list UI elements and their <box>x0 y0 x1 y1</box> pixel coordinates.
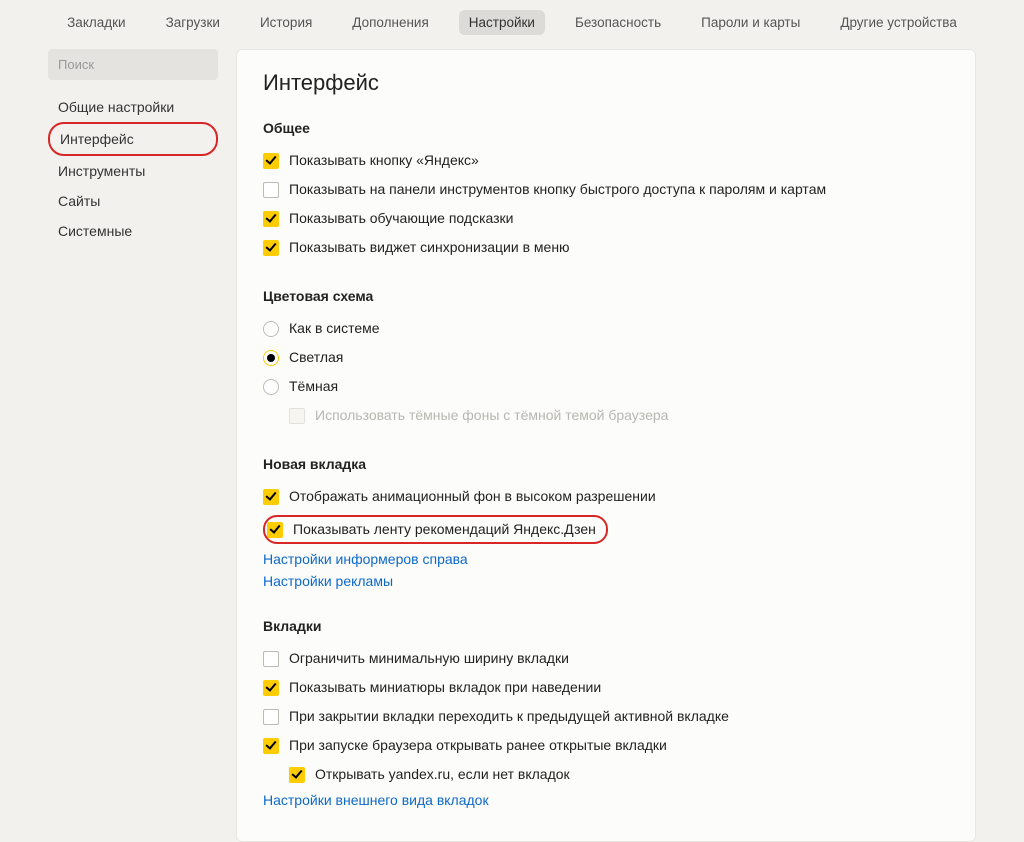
checkbox-min-width[interactable] <box>263 651 279 667</box>
sidebar: Поиск Общие настройки Интерфейс Инструме… <box>48 49 218 246</box>
section-general-title: Общее <box>263 120 949 136</box>
radio-dark[interactable] <box>263 379 279 395</box>
radio-light[interactable] <box>263 350 279 366</box>
content-panel: Интерфейс Общее Показывать кнопку «Яндек… <box>236 49 976 842</box>
section-color-title: Цветовая схема <box>263 288 949 304</box>
sidebar-item-sites[interactable]: Сайты <box>48 186 218 216</box>
tab-addons[interactable]: Дополнения <box>342 10 438 35</box>
label-hints: Показывать обучающие подсказки <box>289 208 514 229</box>
link-informers[interactable]: Настройки информеров справа <box>263 548 949 570</box>
label-min-width: Ограничить минимальную ширину вкладки <box>289 648 569 669</box>
label-sync-widget: Показывать виджет синхронизации в меню <box>289 237 570 258</box>
checkbox-open-yandex[interactable] <box>289 767 305 783</box>
label-open-yandex: Открывать yandex.ru, если нет вкладок <box>315 764 570 785</box>
sidebar-item-interface[interactable]: Интерфейс <box>48 122 218 156</box>
section-tabs-title: Вкладки <box>263 618 949 634</box>
label-passwords-quick: Показывать на панели инструментов кнопку… <box>289 179 826 200</box>
label-prev-active: При закрытии вкладки переходить к предыд… <box>289 706 729 727</box>
tab-devices[interactable]: Другие устройства <box>830 10 967 35</box>
tab-bookmarks[interactable]: Закладки <box>57 10 135 35</box>
radio-system[interactable] <box>263 321 279 337</box>
label-zen-feed: Показывать ленту рекомендаций Яндекс.Дзе… <box>293 519 596 540</box>
checkbox-restore[interactable] <box>263 738 279 754</box>
checkbox-zen-feed[interactable] <box>267 522 283 538</box>
link-tab-appearance[interactable]: Настройки внешнего вида вкладок <box>263 789 949 811</box>
checkbox-passwords-quick[interactable] <box>263 182 279 198</box>
checkbox-thumbs[interactable] <box>263 680 279 696</box>
sidebar-item-general[interactable]: Общие настройки <box>48 92 218 122</box>
search-input[interactable]: Поиск <box>48 49 218 80</box>
label-yandex-button: Показывать кнопку «Яндекс» <box>289 150 479 171</box>
label-dark-bg: Использовать тёмные фоны с тёмной темой … <box>315 405 668 426</box>
checkbox-hints[interactable] <box>263 211 279 227</box>
label-restore: При запуске браузера открывать ранее отк… <box>289 735 667 756</box>
label-system: Как в системе <box>289 318 380 339</box>
checkbox-yandex-button[interactable] <box>263 153 279 169</box>
label-light: Светлая <box>289 347 343 368</box>
checkbox-prev-active[interactable] <box>263 709 279 725</box>
sidebar-item-tools[interactable]: Инструменты <box>48 156 218 186</box>
label-dark: Тёмная <box>289 376 338 397</box>
checkbox-sync-widget[interactable] <box>263 240 279 256</box>
link-ads[interactable]: Настройки рекламы <box>263 570 949 592</box>
top-nav: Закладки Загрузки История Дополнения Нас… <box>0 0 1024 49</box>
highlight-zen-feed: Показывать ленту рекомендаций Яндекс.Дзе… <box>263 515 608 544</box>
page-title: Интерфейс <box>263 70 949 96</box>
label-anim-bg: Отображать анимационный фон в высоком ра… <box>289 486 656 507</box>
tab-passwords[interactable]: Пароли и карты <box>691 10 810 35</box>
checkbox-dark-bg <box>289 408 305 424</box>
sidebar-item-system[interactable]: Системные <box>48 216 218 246</box>
tab-downloads[interactable]: Загрузки <box>156 10 230 35</box>
label-thumbs: Показывать миниатюры вкладок при наведен… <box>289 677 601 698</box>
tab-history[interactable]: История <box>250 10 322 35</box>
section-newtab-title: Новая вкладка <box>263 456 949 472</box>
tab-security[interactable]: Безопасность <box>565 10 671 35</box>
checkbox-anim-bg[interactable] <box>263 489 279 505</box>
tab-settings[interactable]: Настройки <box>459 10 545 35</box>
